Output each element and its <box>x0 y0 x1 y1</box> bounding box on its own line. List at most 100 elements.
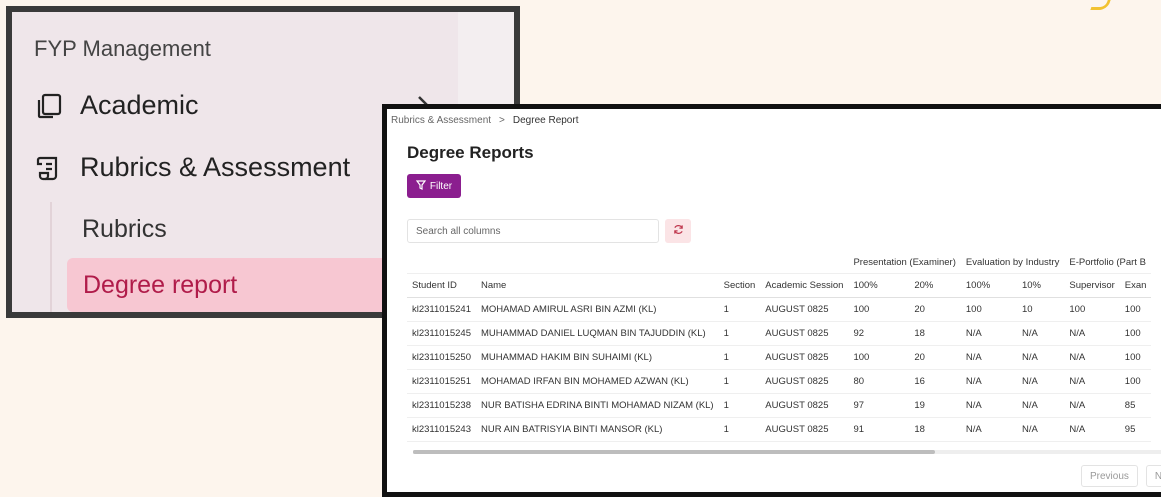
table-cell: 100 <box>848 297 910 322</box>
table-cell: MOHAMAD AMIRUL ASRI BIN AZMI (KL) <box>476 297 719 322</box>
decorative-accent-mark <box>1090 0 1111 10</box>
table-cell: 100 <box>848 345 910 370</box>
table-row[interactable]: kl2311015245 MUHAMMAD DANIEL LUQMAN BIN … <box>407 321 1152 346</box>
table-cell: NUR BATISHA EDRINA BINTI MOHAMAD NIZAM (… <box>476 393 719 418</box>
table-cell: 100 <box>960 297 1017 322</box>
table-cell: AUGUST 0825 <box>760 417 849 442</box>
sidebar-subitem-label: Degree report <box>83 270 238 299</box>
column-header[interactable]: Student ID <box>407 273 476 298</box>
table-cell: N/A <box>960 369 1017 394</box>
table-cell: 97 <box>848 393 910 418</box>
sidebar-item-label: Rubrics & Assessment <box>80 152 351 182</box>
table-cell: N/A <box>1016 321 1065 346</box>
table-cell: 91 <box>848 417 910 442</box>
column-header[interactable]: 20% <box>909 273 961 298</box>
degree-report-window: Rubrics & Assessment > Degree Report Deg… <box>382 104 1161 497</box>
table-cell: 1 <box>718 369 761 394</box>
table-cell: 20 <box>909 297 961 322</box>
table-row[interactable]: kl2311015241 MOHAMAD AMIRUL ASRI BIN AZM… <box>407 297 1152 322</box>
filter-icon <box>415 179 427 193</box>
table-cell: N/A <box>960 345 1017 370</box>
sidebar-section-title: FYP Management <box>34 36 211 61</box>
sidebar-item-academic[interactable]: Academic <box>34 90 199 121</box>
table-cell: N/A <box>960 417 1017 442</box>
table-cell: N/A <box>1016 393 1065 418</box>
table-row[interactable]: kl2311015243 NUR AIN BATRISYIA BINTI MAN… <box>407 417 1152 442</box>
page-title: Degree Reports <box>407 143 534 162</box>
sidebar-subitem-degree-report[interactable]: Degree report <box>67 258 427 312</box>
table-cell: kl2311015241 <box>407 297 476 322</box>
table-cell: N/A <box>1016 417 1065 442</box>
table-cell: AUGUST 0825 <box>760 297 849 322</box>
table-cell: AUGUST 0825 <box>760 369 849 394</box>
column-header[interactable]: 10% <box>1016 273 1065 298</box>
scroll-icon <box>34 153 64 183</box>
search-input[interactable]: Search all columns <box>407 219 659 243</box>
sidebar-subitem-rubrics[interactable]: Rubrics <box>82 215 167 244</box>
table-cell: 10 <box>1016 297 1065 322</box>
group-header-eportfolio: E-Portfolio (Part B <box>1064 251 1152 274</box>
filter-button[interactable]: Filter <box>407 174 461 198</box>
column-header[interactable]: Academic Session <box>760 273 849 298</box>
breadcrumb-current: Degree Report <box>512 115 579 126</box>
column-header[interactable]: Exan <box>1119 273 1152 298</box>
breadcrumb: Rubrics & Assessment > Degree Report <box>391 115 578 126</box>
sidebar-item-label: Academic <box>80 90 199 120</box>
breadcrumb-parent[interactable]: Rubrics & Assessment <box>391 115 491 126</box>
group-header-cell <box>476 251 719 274</box>
table-row[interactable]: kl2311015251 MOHAMAD IRFAN BIN MOHAMED A… <box>407 369 1152 394</box>
column-header[interactable]: Name <box>476 273 719 298</box>
table-row[interactable]: kl2311015250 MUHAMMAD HAKIM BIN SUHAIMI … <box>407 345 1152 370</box>
table-cell: AUGUST 0825 <box>760 321 849 346</box>
table-cell: AUGUST 0825 <box>760 345 849 370</box>
table-cell: 1 <box>718 345 761 370</box>
refresh-button[interactable] <box>665 219 691 243</box>
table-cell: N/A <box>1064 393 1120 418</box>
column-header[interactable]: Supervisor <box>1064 273 1120 298</box>
group-header-evaluation: Evaluation by Industry <box>960 251 1065 274</box>
submenu-divider <box>50 202 52 312</box>
breadcrumb-separator: > <box>499 115 505 126</box>
table-row[interactable]: kl2311015238 NUR BATISHA EDRINA BINTI MO… <box>407 393 1152 418</box>
table-cell: MUHAMMAD HAKIM BIN SUHAIMI (KL) <box>476 345 719 370</box>
refresh-icon <box>673 222 684 240</box>
next-page-button[interactable]: Ne <box>1145 465 1161 487</box>
previous-page-button[interactable]: Previous <box>1081 465 1138 487</box>
table-cell: AUGUST 0825 <box>760 393 849 418</box>
table-cell: MUHAMMAD DANIEL LUQMAN BIN TAJUDDIN (KL) <box>476 321 719 346</box>
copy-icon <box>34 91 64 121</box>
group-header-presentation: Presentation (Examiner) <box>848 251 961 274</box>
table-cell: 1 <box>718 321 761 346</box>
table-cell: kl2311015245 <box>407 321 476 346</box>
table-cell: N/A <box>960 393 1017 418</box>
table-cell: N/A <box>1064 345 1120 370</box>
table-cell: 18 <box>909 321 961 346</box>
table-cell: N/A <box>960 321 1017 346</box>
column-header[interactable]: 100% <box>848 273 910 298</box>
table-cell: 18 <box>909 417 961 442</box>
filter-label: Filter <box>429 180 453 192</box>
search-placeholder: Search all columns <box>416 225 501 237</box>
table-cell: N/A <box>1064 321 1120 346</box>
table-cell: 19 <box>909 393 961 418</box>
sidebar-item-rubrics-assessment[interactable]: Rubrics & Assessment <box>34 152 350 183</box>
table-cell: 20 <box>909 345 961 370</box>
table-cell: 1 <box>718 393 761 418</box>
table-cell: 100 <box>1119 345 1152 370</box>
table-cell: 100 <box>1119 321 1152 346</box>
table-cell: kl2311015238 <box>407 393 476 418</box>
column-header[interactable]: 100% <box>960 273 1017 298</box>
group-header-cell <box>407 251 476 274</box>
group-header-cell <box>718 251 761 274</box>
column-header[interactable]: Section <box>718 273 761 298</box>
table-header-row: Student ID Name Section Academic Session… <box>407 273 1152 298</box>
horizontal-scrollbar-thumb[interactable] <box>413 450 935 454</box>
table-cell: 100 <box>1119 297 1152 322</box>
table-cell: kl2311015250 <box>407 345 476 370</box>
table-group-header-row: Presentation (Examiner) Evaluation by In… <box>407 251 1152 274</box>
pagination: Previous Ne <box>1081 465 1161 487</box>
table-cell: 1 <box>718 297 761 322</box>
table-cell: N/A <box>1064 369 1120 394</box>
table-cell: MOHAMAD IRFAN BIN MOHAMED AZWAN (KL) <box>476 369 719 394</box>
table-cell: NUR AIN BATRISYIA BINTI MANSOR (KL) <box>476 417 719 442</box>
